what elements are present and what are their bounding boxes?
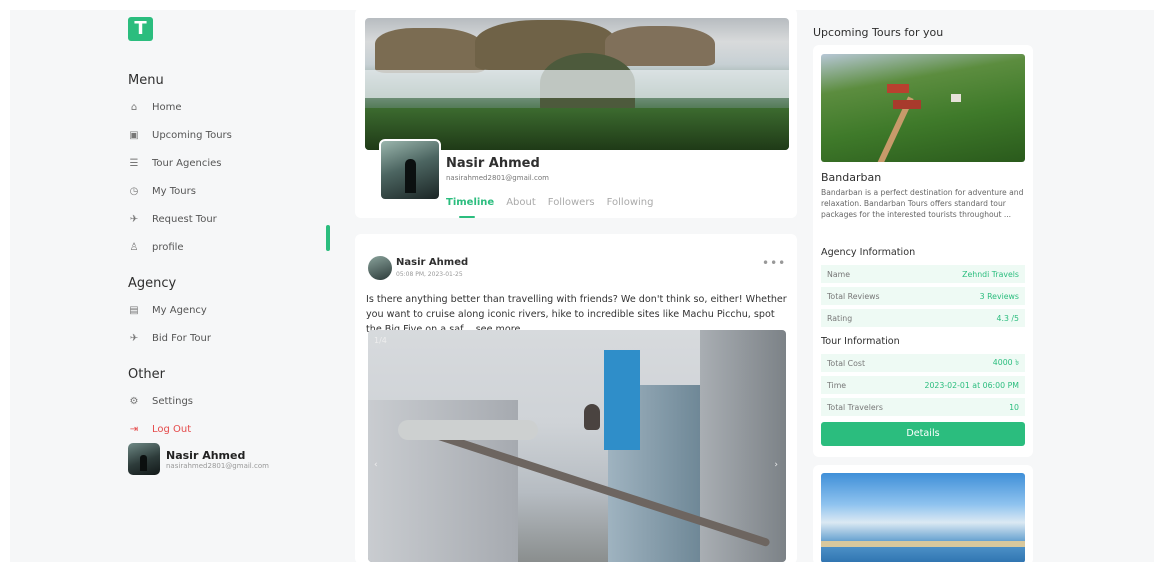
other-heading: Other xyxy=(128,367,165,382)
avatar xyxy=(128,443,160,475)
info-key: Time xyxy=(827,380,847,390)
info-row-total-reviews: Total Reviews 3 Reviews xyxy=(821,287,1025,305)
post-timestamp: 05:08 PM, 2023-01-25 xyxy=(396,271,463,278)
cover-image xyxy=(365,18,789,150)
chevron-left-icon[interactable]: ‹ xyxy=(374,460,378,470)
sidebar-item-logout[interactable]: ⇥ Log Out xyxy=(128,420,191,438)
menu-heading: Menu xyxy=(128,73,164,88)
profile-name: Nasir Ahmed xyxy=(446,156,540,171)
info-row-total-travelers: Total Travelers 10 xyxy=(821,398,1025,416)
sidebar-item-profile[interactable]: ♙ profile xyxy=(128,238,184,256)
sidebar-item-my-tours[interactable]: ◷ My Tours xyxy=(128,182,196,200)
info-value: Zehndi Travels xyxy=(962,269,1019,279)
info-row-time: Time 2023-02-01 at 06:00 PM xyxy=(821,376,1025,394)
post-author-avatar[interactable] xyxy=(368,256,392,280)
details-button[interactable]: Details xyxy=(821,422,1025,446)
tour-image[interactable] xyxy=(821,54,1025,162)
post-image[interactable]: 1/4 ‹ › xyxy=(368,330,786,562)
info-key: Rating xyxy=(827,313,853,323)
sidebar-item-label: Log Out xyxy=(152,423,192,435)
clock-icon: ◷ xyxy=(129,185,139,197)
logout-icon: ⇥ xyxy=(129,423,139,435)
tab-timeline[interactable]: Timeline xyxy=(446,197,494,208)
user-icon: ♙ xyxy=(129,241,139,253)
gear-icon: ⚙ xyxy=(129,395,139,407)
info-value: 10 xyxy=(1009,402,1019,412)
profile-avatar xyxy=(379,139,441,201)
tab-followers[interactable]: Followers xyxy=(548,197,595,208)
upcoming-tours-title: Upcoming Tours for you xyxy=(813,26,944,39)
building-icon: ▤ xyxy=(129,304,139,316)
list-icon: ☰ xyxy=(129,157,139,169)
sidebar-item-bid-for-tour[interactable]: ✈ Bid For Tour xyxy=(128,329,211,347)
tour-image-2[interactable] xyxy=(821,473,1025,562)
info-key: Name xyxy=(827,269,851,279)
plane-icon: ✈ xyxy=(129,332,139,344)
agency-heading: Agency xyxy=(128,276,177,291)
tab-following[interactable]: Following xyxy=(607,197,654,208)
post-author-name[interactable]: Nasir Ahmed xyxy=(396,257,468,268)
sidebar-item-label: My Agency xyxy=(152,304,207,316)
tour-name: Bandarban xyxy=(821,171,882,184)
info-value: 4000 ৳ xyxy=(992,357,1019,367)
logo-letter: T xyxy=(134,18,147,39)
post-body: Is there anything better than travelling… xyxy=(366,294,787,335)
sidebar-item-label: Request Tour xyxy=(152,213,217,225)
profile-tabs: Timeline About Followers Following xyxy=(446,197,665,208)
sidebar-item-home[interactable]: ⌂ Home xyxy=(128,98,182,116)
home-icon: ⌂ xyxy=(130,101,138,113)
sidebar-item-settings[interactable]: ⚙ Settings xyxy=(128,392,194,410)
logo-icon[interactable]: T xyxy=(128,17,153,41)
info-row-rating: Rating 4.3 /5 xyxy=(821,309,1025,327)
sidebar-item-request-tour[interactable]: ✈ Request Tour xyxy=(128,210,217,228)
sidebar-item-label: Settings xyxy=(152,395,194,407)
tab-about[interactable]: About xyxy=(506,197,536,208)
sidebar-item-label: Bid For Tour xyxy=(152,332,211,344)
sidebar-user-email: nasirahmed2801@gmail.com xyxy=(166,461,269,470)
image-counter: 1/4 xyxy=(374,336,387,345)
info-key: Total Cost xyxy=(827,358,866,368)
calendar-icon: ▣ xyxy=(129,129,139,141)
info-key: Total Reviews xyxy=(827,291,880,301)
more-options-icon[interactable]: ••• xyxy=(762,256,786,270)
info-row-total-cost: Total Cost 4000 ৳ xyxy=(821,354,1025,372)
tour-description: Bandarban is a perfect destination for a… xyxy=(821,188,1024,219)
sidebar-item-label: Upcoming Tours xyxy=(152,129,232,141)
sidebar-item-label: My Tours xyxy=(152,185,196,197)
info-row-agency-name: Name Zehndi Travels xyxy=(821,265,1025,283)
sidebar-item-my-agency[interactable]: ▤ My Agency xyxy=(128,301,207,319)
active-indicator xyxy=(326,225,330,251)
sidebar-item-label: Home xyxy=(152,101,182,113)
sidebar-item-upcoming-tours[interactable]: ▣ Upcoming Tours xyxy=(128,126,232,144)
info-key: Total Travelers xyxy=(827,402,883,412)
plane-icon: ✈ xyxy=(129,213,139,225)
sidebar-item-label: profile xyxy=(152,241,184,253)
tab-underline xyxy=(459,216,475,218)
sidebar-item-tour-agencies[interactable]: ☰ Tour Agencies xyxy=(128,154,222,172)
info-value: 3 Reviews xyxy=(979,291,1019,301)
sidebar-user[interactable]: Nasir Ahmed nasirahmed2801@gmail.com xyxy=(128,443,269,475)
tour-info-heading: Tour Information xyxy=(821,336,900,347)
chevron-right-icon[interactable]: › xyxy=(774,460,778,470)
info-value: 2023-02-01 at 06:00 PM xyxy=(924,380,1019,390)
sidebar-user-name: Nasir Ahmed xyxy=(166,448,246,462)
info-value: 4.3 /5 xyxy=(996,313,1019,323)
profile-email: nasirahmed2801@gmail.com xyxy=(446,174,549,182)
agency-info-heading: Agency Information xyxy=(821,247,916,258)
sidebar-item-label: Tour Agencies xyxy=(152,157,222,169)
